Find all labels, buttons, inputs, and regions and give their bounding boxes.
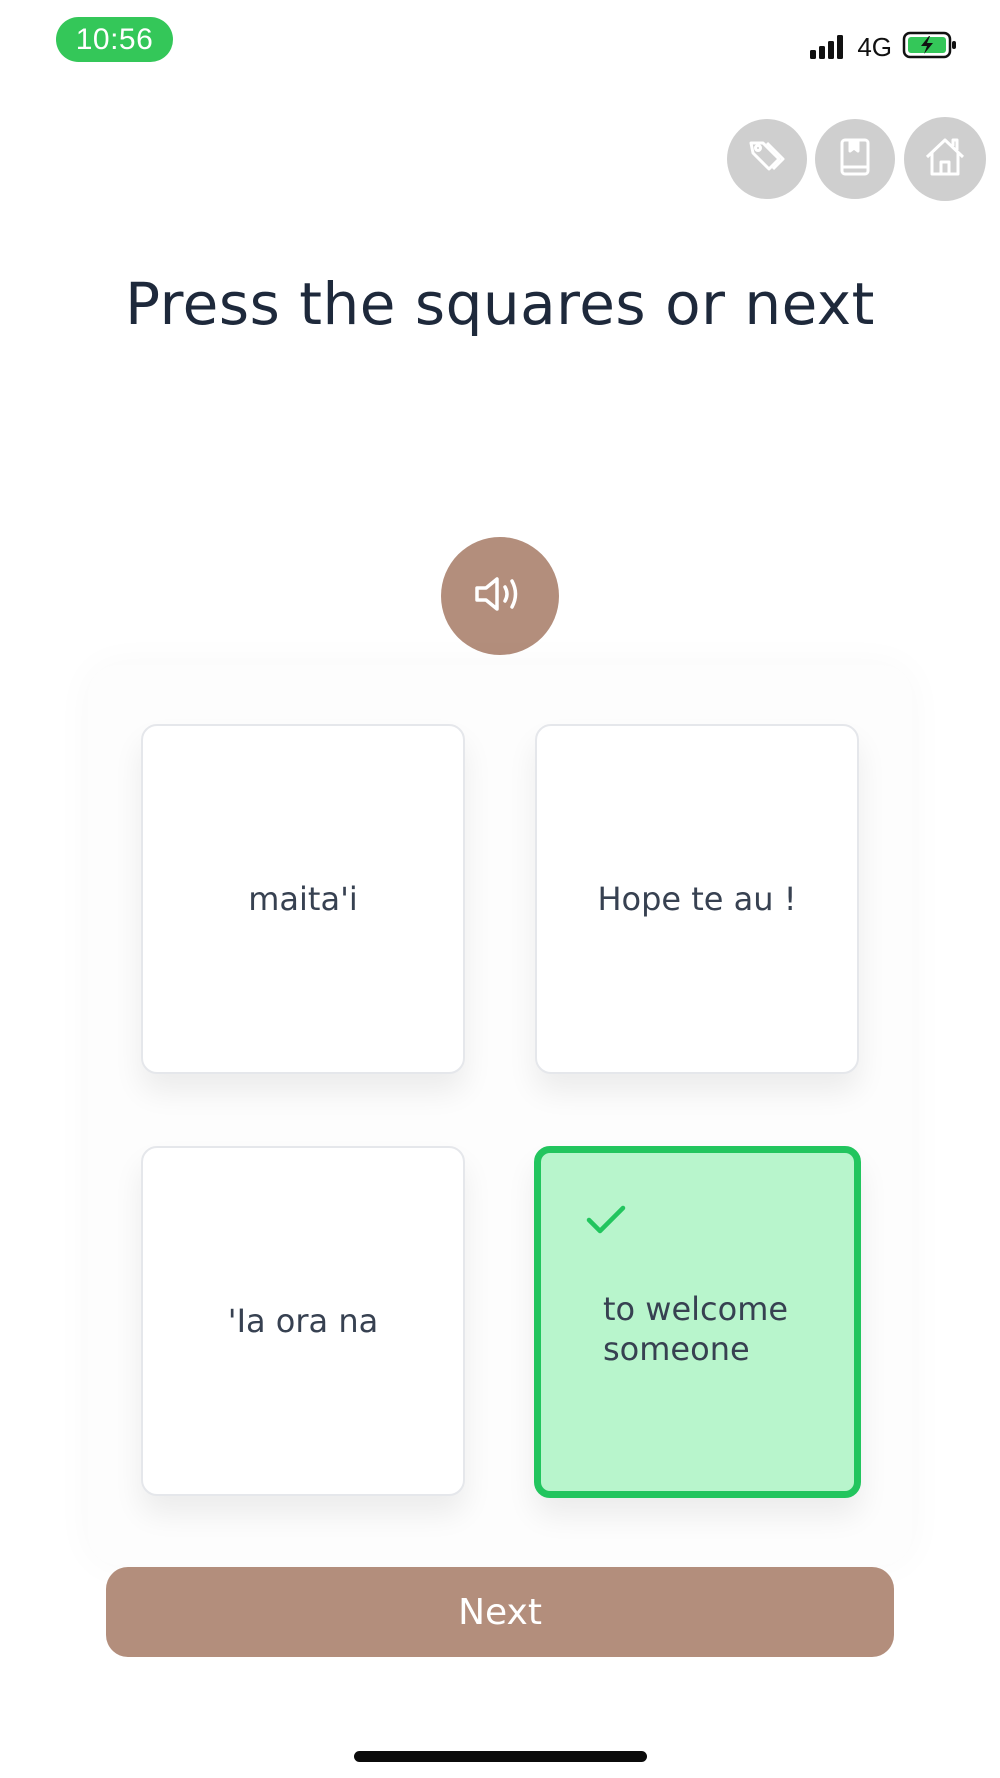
tag-icon [745,135,789,183]
home-icon [922,134,968,184]
card-label: Hope te au ! [597,880,797,918]
battery-icon [902,31,958,63]
home-button[interactable] [904,117,986,201]
status-time: 10:56 [56,17,173,62]
card-label: to welcome someone [603,1290,789,1368]
home-indicator[interactable] [354,1751,647,1762]
network-label: 4G [857,31,892,62]
next-button[interactable]: Next [106,1567,894,1657]
answer-card[interactable]: Hope te au ! [535,724,859,1074]
answer-card-selected[interactable]: to welcome someone [534,1146,861,1498]
book-button[interactable] [815,119,895,199]
card-label: maita'i [248,880,358,918]
prompt-title: Press the squares or next [125,270,875,338]
book-icon [833,135,877,183]
signal-icon [810,35,844,59]
card-label: 'Ia ora na [227,1302,379,1340]
tag-button[interactable] [727,119,807,199]
answer-card[interactable]: 'Ia ora na [141,1146,465,1496]
answer-card[interactable]: maita'i [141,724,465,1074]
checkmark-icon [585,1203,627,1241]
play-audio-button[interactable] [441,537,559,655]
speaker-icon [473,572,527,620]
status-indicators: 4G [810,30,958,64]
